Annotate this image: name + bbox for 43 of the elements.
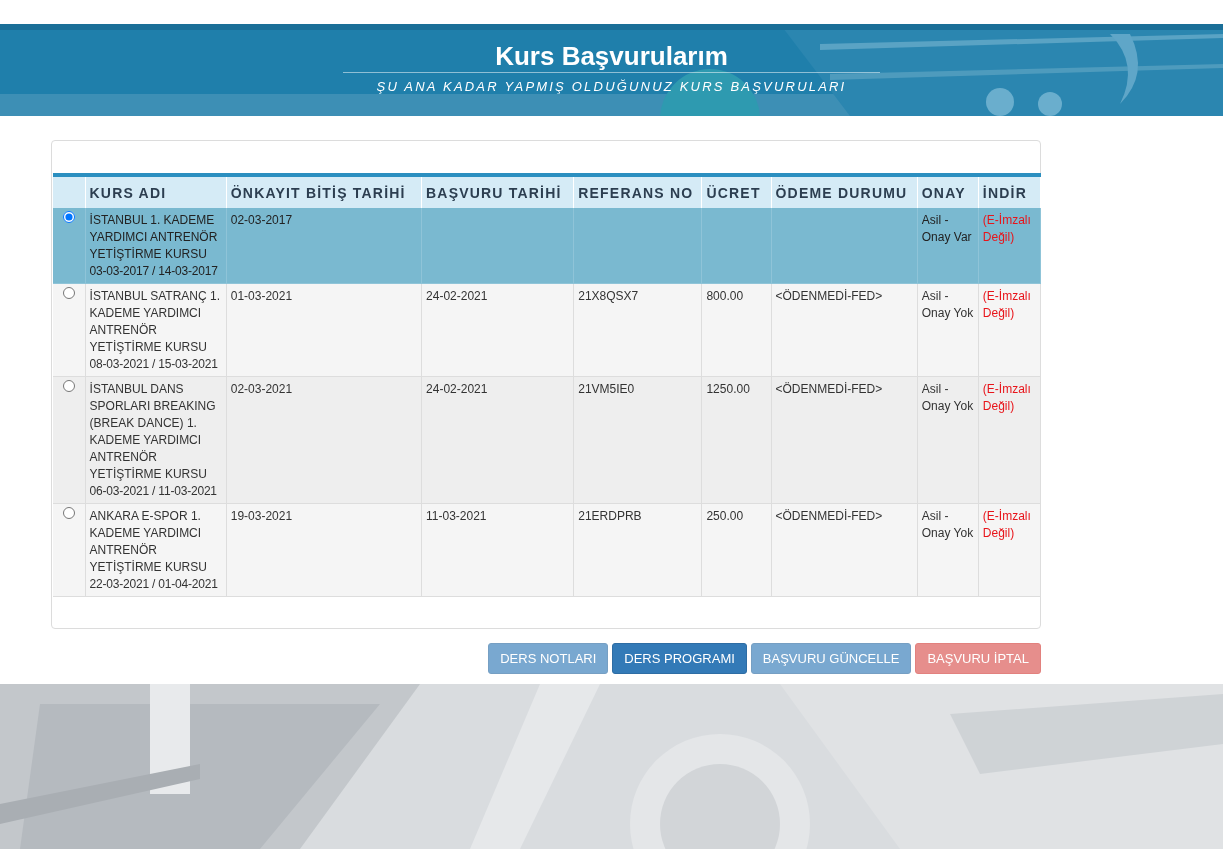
table-cell: Asil - Onay Yok <box>921 381 974 415</box>
column-header: KURS ADI <box>85 175 227 208</box>
page-title: Kurs Başvurularım <box>495 41 728 71</box>
table-cell-text: 21X8QSX7 <box>578 288 640 305</box>
table-cell-text: Asil - Onay Var <box>921 212 973 246</box>
column-header: ÖNKAYIT BİTİŞ TARİHİ <box>226 175 422 208</box>
table-cell-text: <ÖDENMEDİ-FED> <box>775 288 884 305</box>
table-cell-text: 800.00 <box>706 288 745 305</box>
column-header: REFERANS NO <box>573 175 702 208</box>
table-cell-text: <ÖDENMEDİ-FED> <box>775 508 884 525</box>
page-subtitle: ŞU ANA KADAR YAPMIŞ OLDUĞUNUZ KURS BAŞVURULARI <box>376 79 847 95</box>
course-name: İSTANBUL SATRANÇ 1. KADEME YARDIMCI ANTRENÖR YETİŞTİRME KURSU <box>89 288 222 356</box>
table-cell-text: 24-02-2021 <box>426 381 489 398</box>
column-header: BAŞVURU TARİHİ <box>421 175 574 208</box>
table-cell-text: 19-03-2021 <box>230 508 294 525</box>
row-radio[interactable] <box>62 507 75 519</box>
table-cell-text: 21VM5IE0 <box>578 381 636 398</box>
table-cell-text: 11-03-2021 <box>426 508 488 525</box>
course-name: İSTANBUL DANS SPORLARI BREAKING (BREAK DANCE) 1. KADEME YARDIMCI ANTRENÖR YETİŞTİRME KURSU <box>89 381 217 483</box>
table-cell-text: 21ERDPRB <box>578 508 643 525</box>
row-radio[interactable] <box>62 211 75 223</box>
course-name: İSTANBUL 1. KADEME YARDIMCI ANTRENÖR YETİŞTİRME KURSU <box>89 212 219 263</box>
course-name: ANKARA E-SPOR 1. KADEME YARDIMCI ANTRENÖR YETİŞTİRME KURSU <box>89 508 208 576</box>
column-header: ONAY <box>917 175 979 208</box>
row-radio[interactable] <box>62 380 75 392</box>
table-cell-text: 24-02-2021 <box>426 288 489 305</box>
table-cell-text: 250.00 <box>706 508 745 525</box>
table-cell-text: 02-03-2017 <box>230 212 294 229</box>
course-dates: 08-03-2021 / 15-03-2021 <box>89 356 219 373</box>
course-dates: 06-03-2021 / 11-03-2021 <box>89 483 218 500</box>
table-cell: Asil - Onay Yok <box>921 508 974 542</box>
table-cell-text: 01-03-2021 <box>230 288 294 305</box>
course-dates: 03-03-2017 / 14-03-2017 <box>89 263 219 280</box>
column-header: ÜCRET <box>701 175 772 208</box>
table-cell-text: 1250.00 <box>706 381 751 398</box>
column-header: ÖDEME DURUMU <box>771 175 918 208</box>
table-cell-text: <ÖDENMEDİ-FED> <box>775 381 884 398</box>
row-radio[interactable] <box>62 287 75 299</box>
column-header: İNDİR <box>978 175 1041 208</box>
action-button[interactable]: DERS PROGRAMI <box>612 643 747 674</box>
course-dates: 22-03-2021 / 01-04-2021 <box>89 576 219 593</box>
table-cell: Asil - Onay Yok <box>921 288 974 322</box>
table-cell-text: 02-03-2021 <box>230 381 294 398</box>
